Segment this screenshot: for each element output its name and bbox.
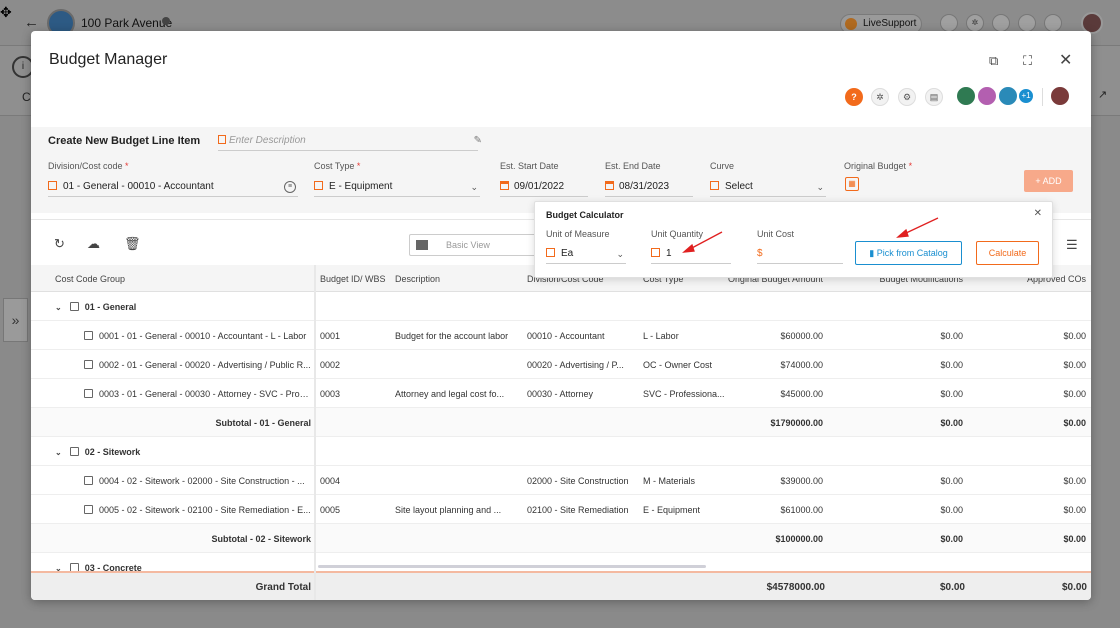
annotation-arrows [682,217,939,253]
